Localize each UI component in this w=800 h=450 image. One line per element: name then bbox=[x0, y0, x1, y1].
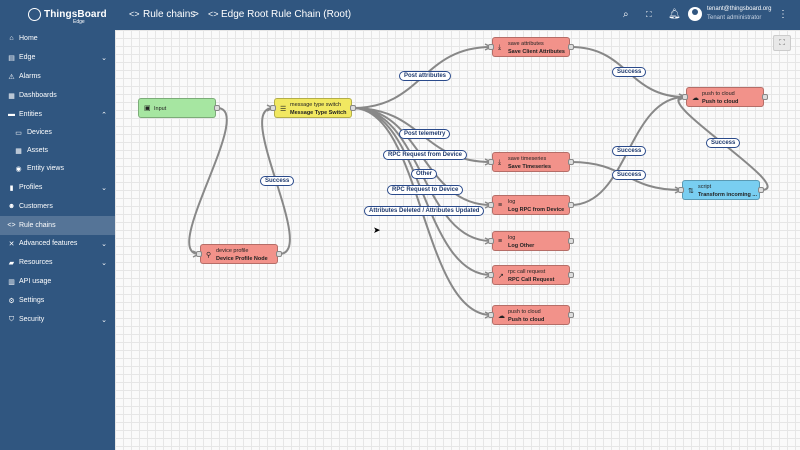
cloud-upload-icon: ☁ bbox=[692, 95, 699, 102]
node-name: Save Client Attributes bbox=[508, 49, 565, 55]
input-icon: ▣ bbox=[144, 105, 151, 112]
link-label-rpc-from-device[interactable]: RPC Request from Device bbox=[383, 150, 468, 160]
rule-node-push-cloud-1[interactable]: ☁ push to cloud Push to cloud bbox=[686, 87, 764, 107]
node-input-port[interactable] bbox=[488, 202, 494, 208]
node-output-port[interactable] bbox=[568, 272, 574, 278]
rule-node-switch[interactable]: ☰ message type switch Message Type Switch bbox=[274, 98, 352, 118]
upload-icon: ⤓ bbox=[498, 159, 502, 166]
node-type: log bbox=[508, 235, 516, 241]
link-label-post-telemetry[interactable]: Post telemetry bbox=[399, 129, 451, 139]
app-window: ThingsBoard Edge ⌂ Home ▤ Edge ⌄ ⚠ Alarms ▦ Dash… bbox=[0, 0, 800, 450]
node-type: push to cloud bbox=[702, 91, 735, 97]
log-icon: ≡ bbox=[498, 238, 503, 245]
node-name: Push to cloud bbox=[508, 317, 545, 323]
rule-node-save-ts[interactable]: ⤓ save timeseries Save Timeseries bbox=[492, 152, 570, 172]
node-output-port[interactable] bbox=[568, 312, 574, 318]
node-name: Device Profile Node bbox=[216, 256, 268, 262]
node-output-port[interactable] bbox=[568, 44, 574, 50]
node-name: Input bbox=[154, 106, 167, 112]
link-input-to-device-profile[interactable] bbox=[188, 107, 228, 255]
link-label-success-log[interactable]: Success bbox=[612, 146, 647, 156]
node-output-port[interactable] bbox=[762, 94, 768, 100]
rule-node-log-other[interactable]: ≡ log Log Other bbox=[492, 231, 570, 251]
node-name: Transform incoming ... bbox=[698, 192, 757, 198]
link-label-success-device-profile[interactable]: Success bbox=[260, 176, 295, 186]
log-icon: ≡ bbox=[498, 202, 503, 209]
mouse-cursor-icon: ➤ bbox=[373, 225, 381, 235]
node-name: Save Timeseries bbox=[508, 164, 552, 170]
node-type: message type switch bbox=[290, 102, 342, 108]
node-name: RPC Call Request bbox=[508, 277, 555, 283]
node-name: Log RPC from Device bbox=[508, 207, 565, 213]
rule-node-input[interactable]: ▣ Input bbox=[138, 98, 216, 118]
node-links bbox=[188, 43, 769, 319]
node-type: push to cloud bbox=[508, 309, 541, 315]
node-type: script bbox=[698, 184, 712, 190]
link-label-post-attributes[interactable]: Post attributes bbox=[399, 71, 452, 81]
node-input-port[interactable] bbox=[488, 238, 494, 244]
cloud-upload-icon: ☁ bbox=[498, 313, 505, 320]
link-label-rpc-to-device[interactable]: RPC Request to Device bbox=[387, 185, 464, 195]
node-output-port[interactable] bbox=[758, 187, 764, 193]
node-output-port[interactable] bbox=[214, 105, 220, 111]
node-type: rpc call request bbox=[508, 269, 546, 275]
node-name: Push to cloud bbox=[702, 99, 739, 105]
node-input-port[interactable] bbox=[270, 105, 276, 111]
rule-node-device-profile[interactable]: ⚲ device profile Device Profile Node bbox=[200, 244, 278, 264]
node-output-port[interactable] bbox=[276, 251, 282, 257]
transform-icon: ⇅ bbox=[688, 188, 694, 195]
rule-node-log-rpc[interactable]: ≡ log Log RPC from Device bbox=[492, 195, 570, 215]
node-input-port[interactable] bbox=[488, 159, 494, 165]
node-type: log bbox=[508, 199, 516, 205]
node-input-port[interactable] bbox=[488, 44, 494, 50]
canvas-fullscreen-button[interactable]: ⛶ bbox=[773, 35, 791, 51]
node-output-port[interactable] bbox=[568, 159, 574, 165]
rule-node-save-attr[interactable]: ⤓ save attributes Save Client Attributes bbox=[492, 37, 570, 57]
node-name: Log Other bbox=[508, 243, 535, 249]
node-name: Message Type Switch bbox=[290, 110, 347, 116]
node-type: save attributes bbox=[508, 41, 544, 47]
rule-node-rpc-call[interactable]: ↗ rpc call request RPC Call Request bbox=[492, 265, 570, 285]
node-output-port[interactable] bbox=[568, 238, 574, 244]
node-input-port[interactable] bbox=[488, 272, 494, 278]
link-label-success-ts[interactable]: Success bbox=[612, 170, 647, 180]
upload-icon: ⤓ bbox=[498, 44, 502, 51]
node-type: save timeseries bbox=[508, 156, 547, 162]
node-output-port[interactable] bbox=[350, 105, 356, 111]
node-output-port[interactable] bbox=[568, 202, 574, 208]
node-input-port[interactable] bbox=[678, 187, 684, 193]
rpc-arrow-icon: ↗ bbox=[498, 273, 504, 280]
device-profile-icon: ⚲ bbox=[206, 252, 212, 259]
link-label-success-script[interactable]: Success bbox=[706, 138, 741, 148]
link-label-other[interactable]: Other bbox=[411, 169, 438, 179]
node-input-port[interactable] bbox=[682, 94, 688, 100]
node-type: device profile bbox=[216, 248, 249, 254]
node-input-port[interactable] bbox=[488, 312, 494, 318]
switch-icon: ☰ bbox=[280, 106, 287, 113]
node-input-port[interactable] bbox=[196, 251, 202, 257]
rule-node-push-cloud-2[interactable]: ☁ push to cloud Push to cloud bbox=[492, 305, 570, 325]
link-label-attr-deleted-updated[interactable]: Attributes Deleted / Attributes Updated bbox=[364, 206, 485, 216]
link-label-success-attr[interactable]: Success bbox=[612, 67, 647, 77]
rule-node-script[interactable]: ⇅ script Transform incoming ... bbox=[682, 180, 760, 200]
